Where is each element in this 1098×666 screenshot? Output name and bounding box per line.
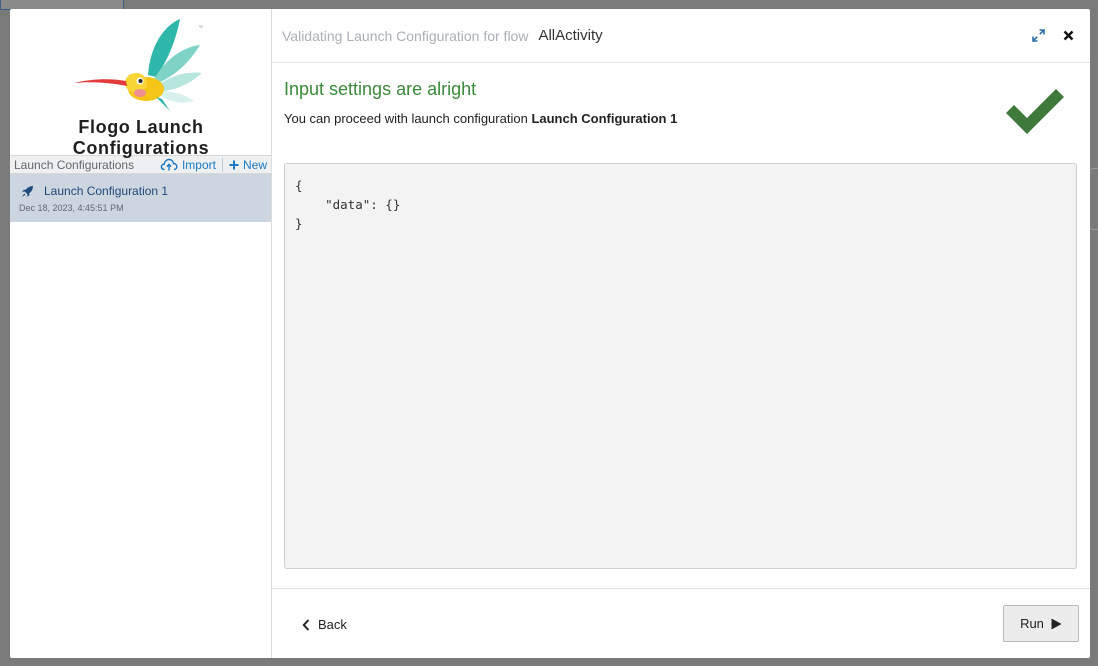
status-title: Input settings are alright	[284, 79, 477, 99]
status-config-name: Launch Configuration 1	[531, 111, 678, 126]
back-button[interactable]: Back	[302, 617, 347, 632]
back-label: Back	[318, 617, 347, 632]
section-label: Launch Configurations	[14, 157, 135, 172]
header-divider	[221, 157, 223, 172]
rocket-icon	[22, 186, 33, 197]
hummingbird-logo: ™	[74, 19, 203, 111]
status-message: You can proceed with launch configuratio…	[284, 111, 677, 126]
logo-area: ™ Flogo Launch Configurations	[10, 9, 271, 158]
close-icon	[1063, 30, 1073, 40]
launch-config-date: Dec 18, 2023, 4:45:51 PM	[19, 203, 124, 213]
launch-config-modal: ™ Flogo Launch Configurations Launch Con…	[10, 9, 1090, 658]
validation-content: Input settings are alright You can proce…	[272, 63, 1090, 588]
modal-header: Validating Launch Configuration for flow…	[272, 9, 1090, 63]
chevron-left-icon	[302, 618, 310, 631]
run-label: Run	[1020, 616, 1044, 631]
upload-cloud-icon	[160, 158, 178, 171]
expand-button[interactable]	[1030, 27, 1046, 43]
close-button[interactable]	[1060, 27, 1076, 43]
new-label: New	[242, 157, 267, 172]
flow-name: AllActivity	[538, 27, 603, 44]
sidebar: ™ Flogo Launch Configurations Launch Con…	[10, 9, 272, 658]
new-button[interactable]: New	[229, 158, 267, 172]
import-label: Import	[181, 157, 216, 172]
main-panel: Validating Launch Configuration for flow…	[272, 9, 1090, 658]
json-preview: { "data": {} }	[284, 163, 1077, 569]
import-button[interactable]: Import	[160, 158, 216, 172]
launch-config-name: Launch Configuration 1	[44, 184, 169, 198]
header-prefix: Validating Launch Configuration for flow	[282, 27, 529, 44]
modal-footer: Back Run	[272, 588, 1090, 658]
app-title: Flogo Launch Configurations	[72, 117, 210, 158]
expand-icon	[1031, 28, 1045, 42]
checkmark-icon	[1006, 89, 1064, 134]
status-message-prefix: You can proceed with launch configuratio…	[284, 111, 528, 126]
run-button[interactable]: Run	[1003, 605, 1079, 642]
play-icon	[1051, 618, 1062, 629]
svg-text:™: ™	[198, 25, 203, 31]
plus-icon	[229, 160, 239, 169]
launch-config-item[interactable]: Launch Configuration 1 Dec 18, 2023, 4:4…	[10, 174, 271, 222]
header-icons	[1030, 27, 1076, 43]
